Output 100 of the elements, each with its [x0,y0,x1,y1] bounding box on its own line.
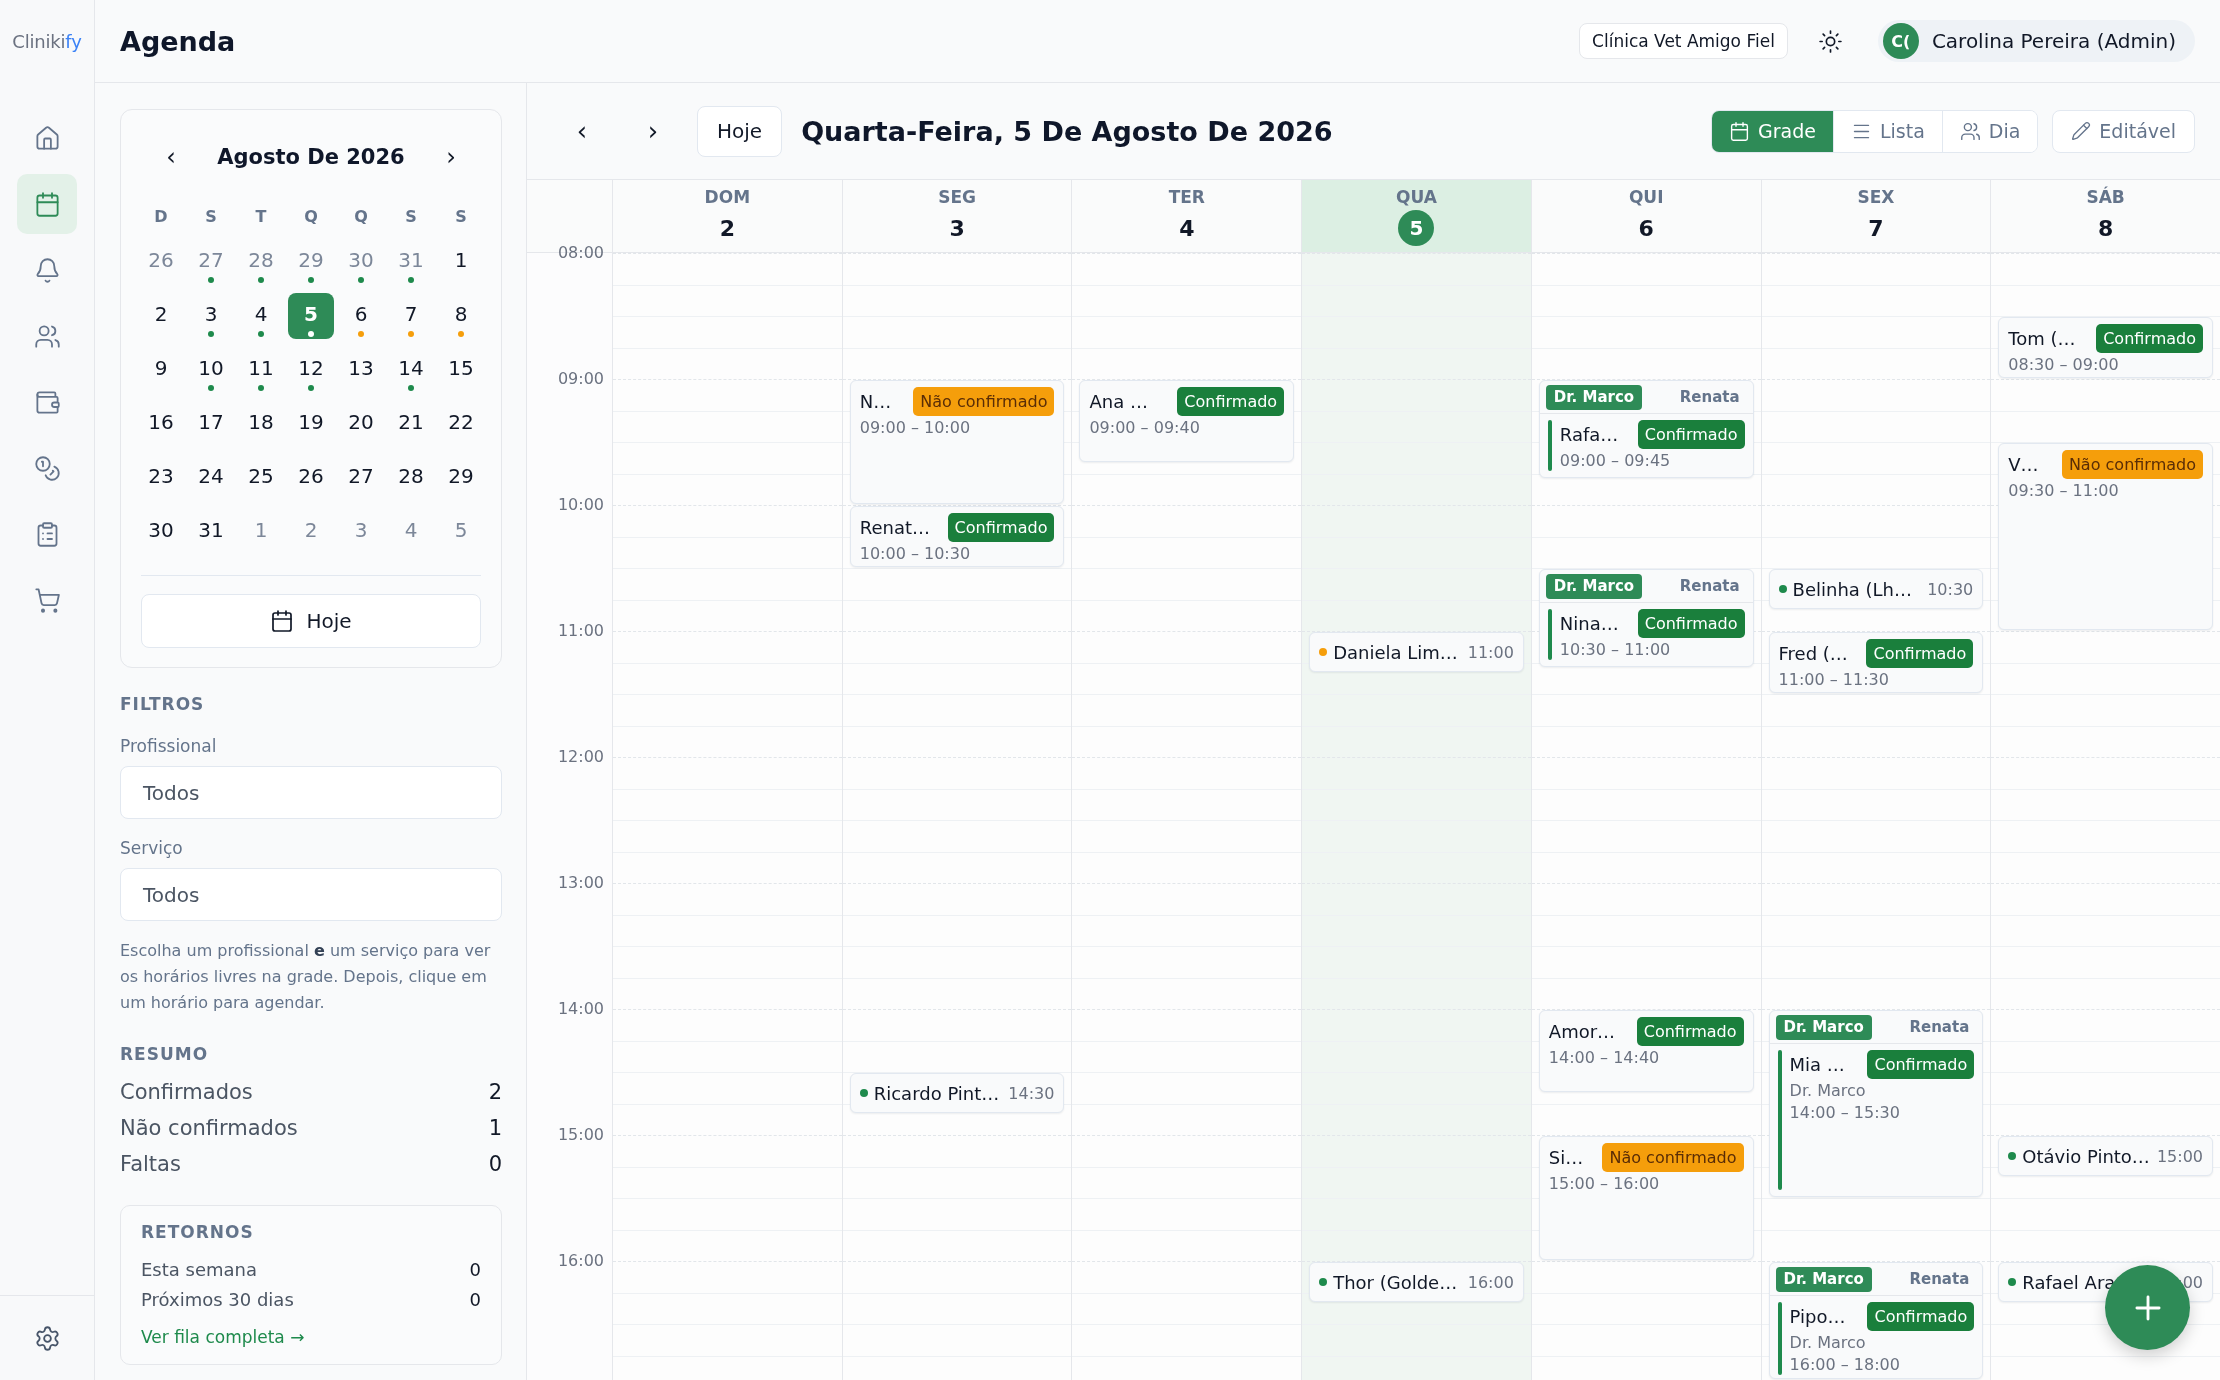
settings-button[interactable] [33,1324,61,1352]
theme-toggle-button[interactable] [1817,28,1843,54]
calendar-day[interactable]: 9 [138,347,184,393]
calendar-day[interactable]: 5 [288,293,334,339]
calendar-day[interactable]: 19 [288,401,334,447]
weekday-name: QUA [1396,187,1437,207]
calendar-day[interactable]: 2 [138,293,184,339]
patient-name: Daniela Lim… [1333,641,1458,663]
appointment-card[interactable]: Ana … Confirmado 09:00 – 09:40 [1079,380,1295,462]
doctor-tag: Dr. Marco [1545,573,1643,599]
calendar-day[interactable]: 11 [238,347,284,393]
calendar-day[interactable]: 31 [188,509,234,555]
calendar-day[interactable]: 6 [338,293,384,339]
view-tab[interactable]: Dia [1941,110,2038,152]
today-button[interactable]: Hoje [697,105,783,157]
calendar-day[interactable]: 29 [438,455,484,501]
calendar-day[interactable]: 25 [238,455,284,501]
appointment-card[interactable]: N… Não confirmado 09:00 – 10:00 [849,380,1065,504]
grouped-appointment-card[interactable]: Dr. Marco Renata Pipo… Confirmado Dr. Marco 16:00 – 18:00 [1768,1262,1984,1379]
calendar-day[interactable]: 15 [438,347,484,393]
grouped-appointment-card[interactable]: Dr. Marco Renata Rafa… Confirmado 09:00 – 09:45 [1538,380,1754,478]
appointment-chip[interactable]: Daniela Lim… 11:00 [1309,632,1524,672]
calendar-day[interactable]: 12 [288,347,334,393]
calendar-day[interactable]: 17 [188,401,234,447]
appointment-time: 10:00 – 10:30 [859,544,972,564]
patient-name: V… [2008,454,2039,475]
calendar-day[interactable]: 7 [388,293,434,339]
calendar-day[interactable]: 16 [138,401,184,447]
calendar-day[interactable]: 27 [188,239,234,285]
calendar-day[interactable]: 22 [438,401,484,447]
calendar-day[interactable]: 8 [438,293,484,339]
today-button[interactable]: Hoje [141,594,481,648]
select-field[interactable]: Todos [120,766,502,819]
calendar-day[interactable]: 26 [288,455,334,501]
brand-logo: Clinikify [12,30,82,54]
calendar-day[interactable]: 13 [338,347,384,393]
doctor-tag: Dr. Marco [1775,1266,1872,1292]
calendar-day[interactable]: 14 [388,347,434,393]
assignee-name: Renata [1909,1270,1970,1288]
weekday-label: Q [304,206,318,226]
home-icon [33,124,61,152]
appointment-card[interactable]: Amor… Confirmado 14:00 – 14:40 [1538,1010,1754,1092]
calendar-day[interactable]: 3 [188,293,234,339]
calendar-day[interactable]: 10 [188,347,234,393]
appointment-chip[interactable]: Thor (Golde… 16:00 [1309,1262,1524,1302]
calendar-day[interactable]: 28 [388,455,434,501]
day-number: 2 [718,214,736,243]
calendar-day[interactable]: 3 [338,509,384,555]
calendar-day[interactable]: 18 [238,401,284,447]
select-field[interactable]: Todos [120,868,502,921]
patient-name: Renat… [859,517,930,538]
patient-name: Pipo… [1789,1306,1846,1327]
calendar-day[interactable]: 26 [138,239,184,285]
calendar-day[interactable]: 2 [288,509,334,555]
view-tab[interactable]: Grade [1712,110,1833,152]
calendar-day[interactable]: 27 [338,455,384,501]
calendar-day[interactable]: 20 [338,401,384,447]
appointment-card[interactable]: Si… Não confirmado 15:00 – 16:00 [1538,1136,1754,1260]
calendar-icon [1729,120,1750,142]
hour-label: 11:00 [557,621,604,641]
grouped-appointment-card[interactable]: Dr. Marco Renata Nina… Confirmado 10:30 – 11:00 [1538,569,1754,667]
patient-name: Nina… [1559,613,1619,634]
calendar-day[interactable]: 31 [388,239,434,285]
appointment-chip[interactable]: Belinha (Lh… 10:30 [1768,569,1984,609]
calendar-day[interactable]: 1 [238,509,284,555]
appointment-card[interactable]: Fred (… Confirmado 11:00 – 11:30 [1768,632,1984,693]
clinic-selector[interactable]: Clínica Vet Amigo Fiel [1579,23,1788,59]
returns-label: Próximos 30 dias [141,1288,294,1310]
appointment-chip[interactable]: Otávio Pinto… 15:00 [1998,1136,2213,1176]
next-week-button[interactable]: › [633,111,673,151]
next-month-button[interactable]: › [433,139,469,175]
pencil-icon [2071,121,2092,141]
appointment-card[interactable]: Tom (… Confirmado 08:30 – 09:00 [1998,317,2213,378]
patient-name: Fred (… [1778,643,1848,664]
appointment-card[interactable]: Renat… Confirmado 10:00 – 10:30 [849,506,1065,567]
weekday-label: Q [354,206,368,226]
calendar-day[interactable]: 1 [438,239,484,285]
nav-calendar-button[interactable] [17,174,77,234]
edit-mode-button[interactable]: Editável [2052,109,2195,153]
calendar-day[interactable]: 5 [438,509,484,555]
summary-value: 2 [488,1080,502,1104]
assignee-name: Renata [1909,1018,1970,1036]
status-badge: Confirmado [1637,420,1745,449]
calendar-day[interactable]: 23 [138,455,184,501]
calendar-day[interactable]: 21 [388,401,434,447]
prev-week-button[interactable]: ‹ [562,111,602,151]
calendar-day[interactable]: 28 [238,239,284,285]
calendar-day[interactable]: 24 [188,455,234,501]
calendar-day[interactable]: 30 [338,239,384,285]
appointment-chip[interactable]: Ricardo Pint… 14:30 [849,1073,1065,1113]
appointment-card[interactable]: V… Não confirmado 09:30 – 11:00 [1998,443,2213,630]
appointment-time: 15:00 [2156,1146,2203,1166]
calendar-day[interactable]: 29 [288,239,334,285]
queue-link[interactable]: Ver fila completa → [141,1325,305,1349]
grouped-appointment-card[interactable]: Dr. Marco Renata Mia … Confirmado Dr. Marco 14:00 – 15:30 [1768,1010,1984,1197]
calendar-day[interactable]: 30 [138,509,184,555]
calendar-day[interactable]: 4 [238,293,284,339]
prev-month-button[interactable]: ‹ [153,139,189,175]
user-menu-button[interactable]: C( Carolina Pereira (Admin) [1877,20,2195,62]
calendar-day[interactable]: 4 [388,509,434,555]
